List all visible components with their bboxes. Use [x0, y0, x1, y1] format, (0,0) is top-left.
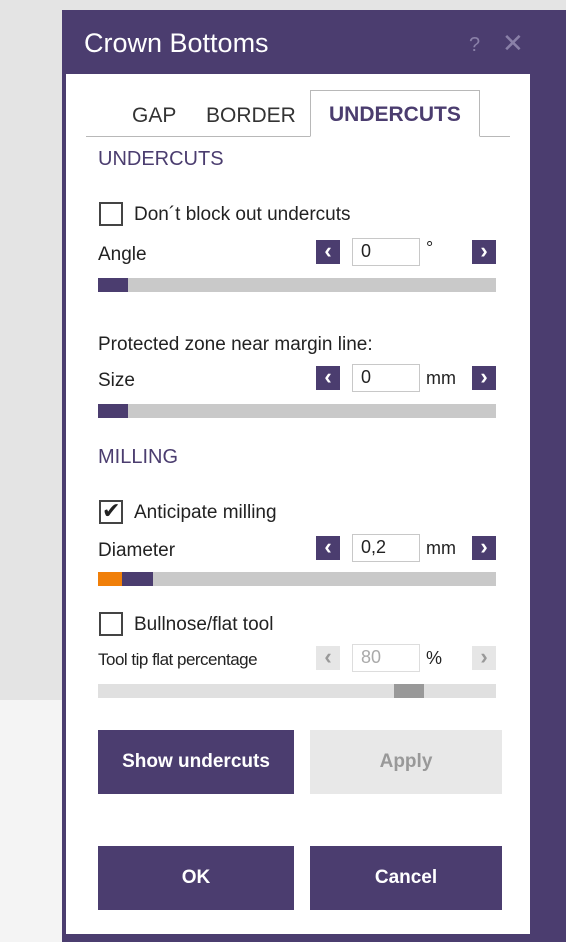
angle-input[interactable]: 0	[352, 238, 420, 266]
chevron-right-icon: ›	[480, 644, 488, 669]
tip-flat-slider-handle[interactable]	[394, 684, 424, 698]
dont-block-label: Don´t block out undercuts	[134, 204, 351, 225]
chevron-left-icon: ‹	[324, 364, 332, 389]
tip-flat-slider[interactable]	[98, 684, 496, 698]
chevron-right-icon: ›	[480, 364, 488, 389]
diameter-input[interactable]: 0,2	[352, 534, 420, 562]
tip-flat-increase-button[interactable]: ›	[472, 646, 496, 670]
size-label: Size	[98, 370, 135, 391]
size-slider[interactable]	[98, 404, 496, 418]
anticipate-checkbox[interactable]: ✔	[99, 498, 123, 524]
angle-slider-handle[interactable]	[98, 278, 128, 292]
angle-slider[interactable]	[98, 278, 496, 292]
undercuts-heading: UNDERCUTS	[98, 148, 224, 170]
tip-flat-decrease-button[interactable]: ‹	[316, 646, 340, 670]
anticipate-label: Anticipate milling	[134, 502, 277, 523]
size-decrease-button[interactable]: ‹	[316, 366, 340, 390]
size-input[interactable]: 0	[352, 364, 420, 392]
angle-increase-button[interactable]: ›	[472, 240, 496, 264]
chevron-right-icon: ›	[480, 238, 488, 263]
tab-gap[interactable]: GAP	[132, 104, 176, 128]
chevron-left-icon: ‹	[324, 644, 332, 669]
chevron-left-icon: ‹	[324, 534, 332, 559]
tip-flat-label: Tool tip flat percentage	[98, 650, 258, 669]
tip-flat-unit: %	[426, 648, 443, 668]
diameter-decrease-button[interactable]: ‹	[316, 536, 340, 560]
tip-flat-input[interactable]: 80	[352, 644, 420, 672]
chevron-right-icon: ›	[480, 534, 488, 559]
angle-unit: °	[426, 238, 434, 258]
size-increase-button[interactable]: ›	[472, 366, 496, 390]
dont-block-checkbox[interactable]	[99, 202, 123, 226]
bullnose-checkbox[interactable]	[99, 612, 123, 636]
bullnose-label: Bullnose/flat tool	[134, 614, 274, 635]
size-unit: mm	[426, 368, 456, 388]
protected-zone-label: Protected zone near margin line:	[98, 334, 373, 355]
angle-decrease-button[interactable]: ‹	[316, 240, 340, 264]
close-icon[interactable]: ✕	[502, 28, 524, 58]
diameter-unit: mm	[426, 538, 456, 558]
tab-undercuts[interactable]: UNDERCUTS	[310, 90, 480, 137]
dialog-title: Crown Bottoms	[84, 28, 269, 58]
cancel-button[interactable]: Cancel	[310, 846, 502, 910]
size-slider-handle[interactable]	[98, 404, 128, 418]
diameter-slider-handle[interactable]	[122, 572, 153, 586]
checkmark-icon: ✔	[102, 498, 121, 523]
show-undercuts-button[interactable]: Show undercuts	[98, 730, 294, 794]
diameter-increase-button[interactable]: ›	[472, 536, 496, 560]
diameter-label: Diameter	[98, 540, 176, 561]
ok-button[interactable]: OK	[98, 846, 294, 910]
apply-button[interactable]: Apply	[310, 730, 502, 794]
diameter-minimum-marker	[98, 572, 122, 586]
help-icon[interactable]: ?	[469, 34, 480, 57]
diameter-slider[interactable]	[98, 572, 496, 586]
tab-border[interactable]: BORDER	[206, 104, 296, 128]
milling-heading: MILLING	[98, 446, 179, 468]
chevron-left-icon: ‹	[324, 238, 332, 263]
angle-label: Angle	[98, 244, 147, 265]
tab-undercuts-label: UNDERCUTS	[329, 103, 461, 126]
